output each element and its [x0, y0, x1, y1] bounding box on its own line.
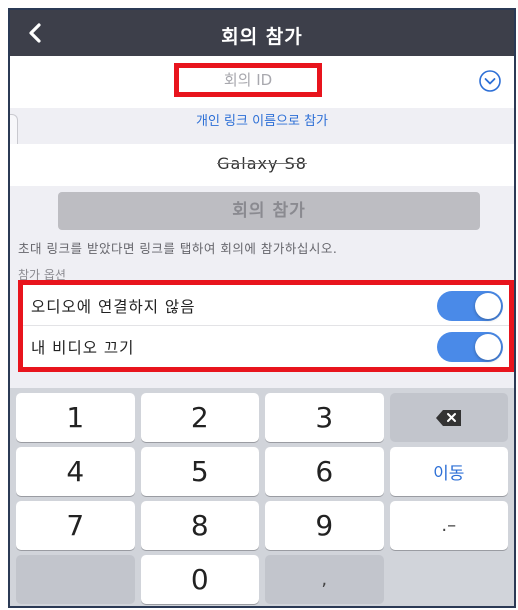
key-2[interactable]: 2 [140, 393, 259, 442]
chevron-down-circle-icon [479, 70, 501, 92]
comma-key[interactable]: , [265, 555, 384, 604]
dot-dash-key[interactable]: .– [389, 501, 508, 550]
blank-key [16, 555, 135, 604]
video-off-toggle[interactable] [437, 332, 503, 362]
go-key[interactable]: 이동 [389, 447, 508, 496]
numeric-keypad: 1 2 3 4 5 6 이동 7 8 9 .– 0 , [10, 388, 514, 606]
option-label: 내 비디오 끄기 [31, 339, 135, 357]
page-title: 회의 참가 [221, 26, 303, 48]
join-meeting-button[interactable]: 회의 참가 [58, 192, 480, 230]
key-8[interactable]: 8 [140, 501, 259, 550]
option-label: 오디오에 연결하지 않음 [31, 298, 196, 316]
top-bar: 회의 참가 [10, 10, 514, 56]
display-name-row: Galaxy S8 [10, 144, 514, 186]
no-audio-toggle[interactable] [437, 291, 503, 321]
key-3[interactable]: 3 [265, 393, 384, 442]
key-7[interactable]: 7 [16, 501, 135, 550]
key-1[interactable]: 1 [16, 393, 135, 442]
toggle-knob [475, 334, 501, 360]
history-dropdown-button[interactable] [478, 69, 502, 93]
meeting-id-row [10, 56, 514, 108]
key-6[interactable]: 6 [265, 447, 384, 496]
option-no-audio: 오디오에 연결하지 않음 [23, 285, 509, 326]
backspace-icon [435, 409, 461, 426]
key-9[interactable]: 9 [265, 501, 384, 550]
invite-hint-text: 초대 링크를 받았다면 링크를 탭하여 회의에 참가하십시오. [18, 241, 338, 256]
option-video-off: 내 비디오 끄기 [23, 326, 509, 367]
backspace-key[interactable] [389, 393, 508, 442]
toggle-knob [475, 293, 501, 319]
join-options-list: 오디오에 연결하지 않음 내 비디오 끄기 [18, 280, 514, 372]
key-4[interactable]: 4 [16, 447, 135, 496]
key-5[interactable]: 5 [140, 447, 259, 496]
app-screen: 회의 참가 개인 링크 이름으로 참가 Galaxy S8 회의 참가 초대 링… [8, 8, 516, 608]
display-name-field[interactable]: Galaxy S8 [10, 154, 514, 173]
key-0[interactable]: 0 [140, 555, 259, 604]
meeting-id-input[interactable] [174, 63, 322, 97]
personal-link-name-link[interactable]: 개인 링크 이름으로 참가 [10, 108, 514, 144]
